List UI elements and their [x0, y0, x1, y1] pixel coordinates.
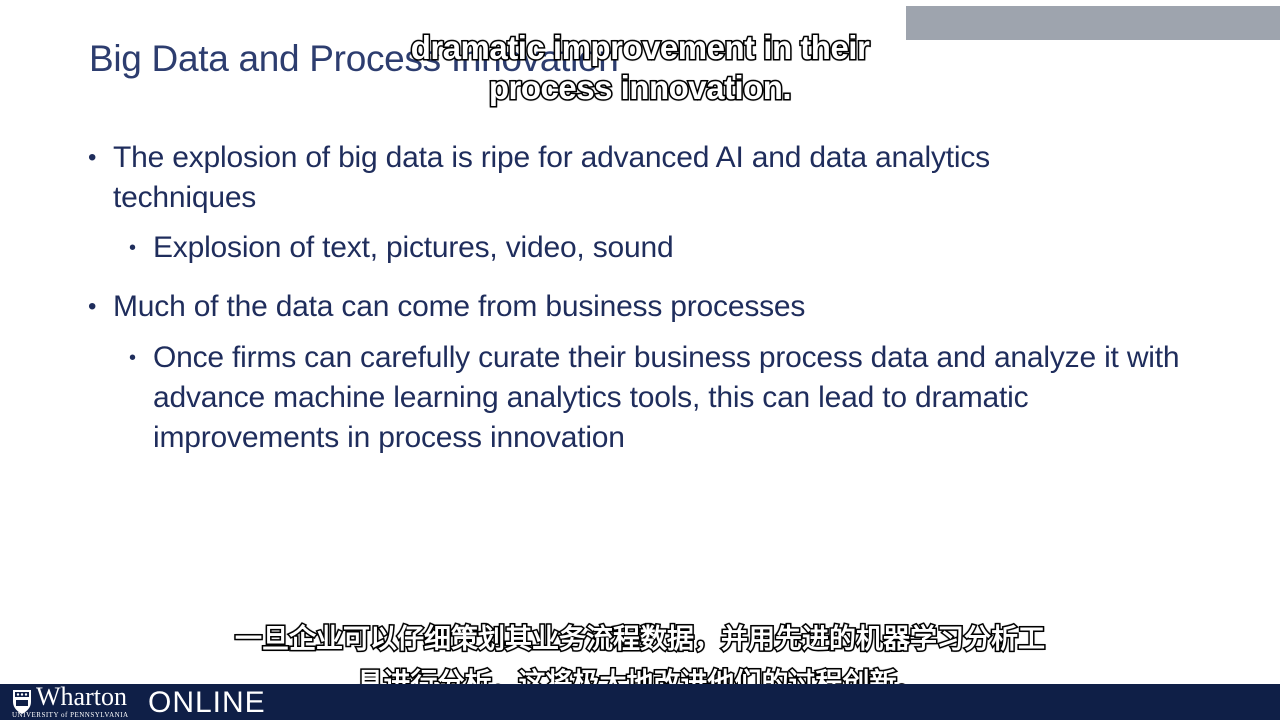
bullet-1-text: The explosion of big data is ripe for ad… [113, 141, 990, 214]
bullet-1-sub: • Explosion of text, pictures, video, so… [129, 228, 1153, 268]
chinese-subtitle-line-1: 一旦企业可以仔细策划其业务流程数据，并用先进的机器学习分析工 [234, 623, 1047, 657]
sub-bullet-dot: • [129, 347, 136, 369]
bullet-2-text: Much of the data can come from business … [113, 290, 806, 323]
sub-bullet-dot: • [129, 237, 136, 259]
bullet-1: • The explosion of big data is ripe for … [88, 138, 1123, 218]
bullet-list: • The explosion of big data is ripe for … [0, 0, 1280, 720]
bullet-dot: • [88, 144, 97, 171]
slide-canvas: Big Data and Process Innovation • The ex… [0, 0, 1280, 720]
logo-online-text: ONLINE [148, 686, 266, 719]
logo-wordmark: Wharton [36, 682, 127, 711]
bullet-2-sub-text: Once firms can carefully curate their bu… [153, 341, 1180, 454]
logo-subtext: UNIVERSITY of PENNSYLVANIA [12, 711, 129, 719]
english-subtitle: dramatic improvement in their process in… [409, 28, 871, 108]
bullet-1-sub-text: Explosion of text, pictures, video, soun… [153, 231, 674, 264]
bullet-2-sub: • Once firms can carefully curate their … [129, 338, 1193, 458]
footer-bar: Wharton UNIVERSITY of PENNSYLVANIA ONLIN… [0, 682, 1280, 720]
bullet-dot: • [88, 293, 97, 320]
bullet-2: • Much of the data can come from busines… [88, 287, 1123, 327]
